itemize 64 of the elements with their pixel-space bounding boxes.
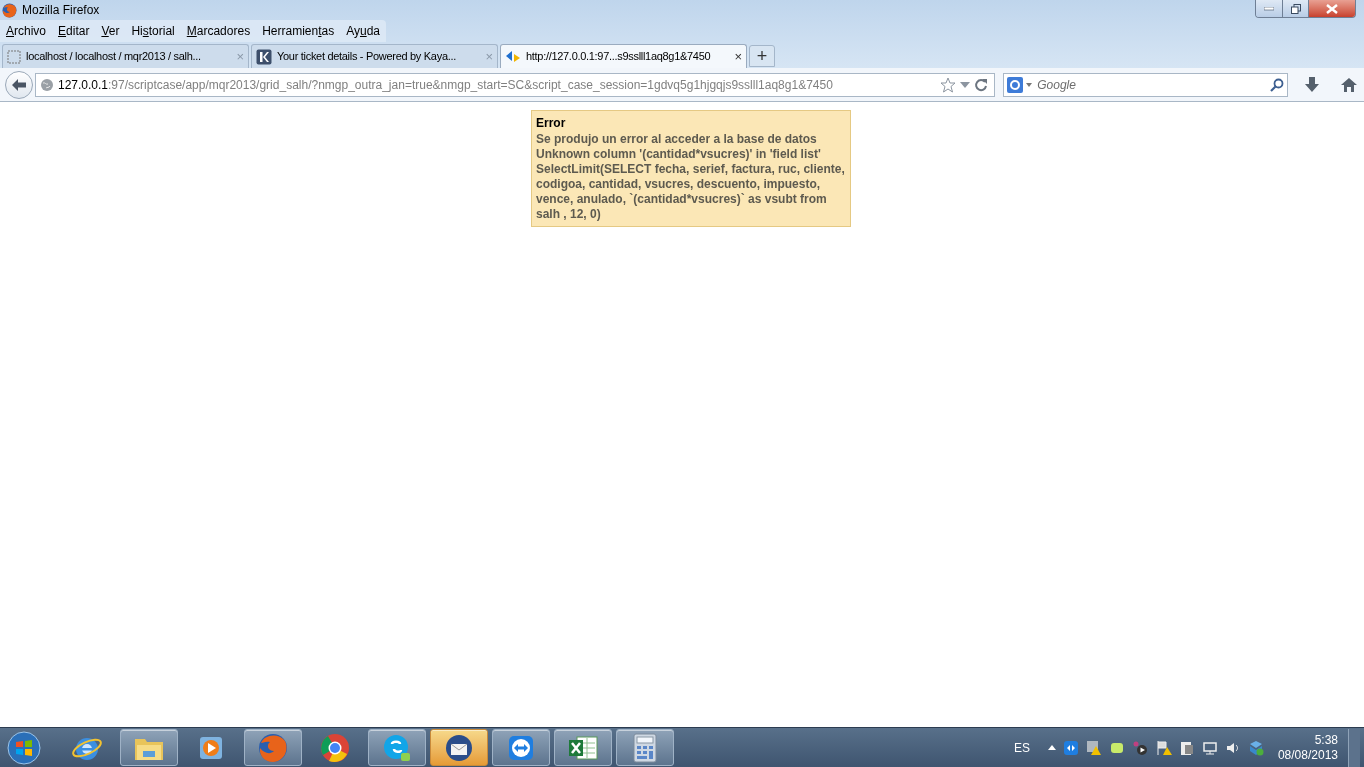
menu-item[interactable]: Marcadores <box>186 22 251 40</box>
star-icon[interactable] <box>940 76 957 93</box>
minimize-icon <box>1264 6 1274 11</box>
error-message: Unknown column '(cantidad*vsucres)' in 'field list' <box>536 147 822 162</box>
taskbar-button[interactable] <box>244 729 302 766</box>
taskbar-button[interactable] <box>492 729 550 766</box>
square-icon <box>256 48 272 65</box>
search-icon[interactable] <box>1270 77 1285 92</box>
globe-icon <box>40 77 54 92</box>
new-tab-button[interactable]: + <box>749 45 775 67</box>
menu-item[interactable]: Ver <box>101 22 120 40</box>
calculator-icon <box>632 732 658 763</box>
taskbar-button[interactable] <box>120 729 178 766</box>
back-button[interactable] <box>5 70 33 99</box>
speaker-icon[interactable] <box>1225 740 1240 755</box>
error-message: SelectLimit(SELECT fecha, serief, factura, ruc, cliente, codigoa, cantidad, vsucres, descuento, impuesto, vence, anulado, `(cantidad*vsucres)` as vsubt from salh , 12, 0) <box>536 162 846 222</box>
tab-close-button[interactable]: × <box>734 46 742 67</box>
restore-button[interactable] <box>1283 0 1309 17</box>
error-title: Error <box>536 116 567 131</box>
url-text: 127.0.0.1:97/scriptcase/app/mqr2013/grid_salh/?nmgp_outra_jan=true&nmgp_start=SC&script_case_session=1gdvq5g1hjgqjs9sslll1aq8g1&7450 <box>58 76 834 94</box>
menu-item[interactable]: Archivo <box>6 22 47 40</box>
language-indicator[interactable]: ES <box>1013 738 1030 757</box>
dropdown-icon[interactable] <box>960 80 971 89</box>
browser-tab[interactable]: http://127.0.0.1:97...s9sslll1aq8g1&7450 × <box>500 44 747 68</box>
network-icon[interactable] <box>1201 739 1218 756</box>
menu-item[interactable]: Editar <box>58 22 90 40</box>
browser-tab[interactable]: Your ticket details - Powered by Kaya... × <box>251 44 498 68</box>
clock-time[interactable]: 5:38 <box>1314 732 1338 748</box>
warning-icon[interactable] <box>1085 739 1102 756</box>
search-input[interactable]: Google <box>1037 75 1267 94</box>
clock-date[interactable]: 08/08/2013 <box>1277 747 1338 763</box>
browser-tab[interactable]: localhost / localhost / mqr2013 / salh... × <box>2 44 249 68</box>
windows-logo-icon <box>6 729 42 766</box>
close-button[interactable] <box>1309 0 1355 17</box>
restore-icon <box>1290 3 1301 14</box>
tab-title: http://127.0.0.1:97...s9sslll1aq8g1&7450 <box>526 49 712 65</box>
caret-up-icon[interactable] <box>1047 745 1056 750</box>
play-icon[interactable] <box>1131 739 1148 756</box>
search-engine-icon[interactable] <box>1007 76 1034 93</box>
taskbar-button[interactable] <box>616 729 674 766</box>
box-icon[interactable] <box>1247 739 1264 756</box>
menu-item[interactable]: Historial <box>131 22 175 40</box>
tab-title: Your ticket details - Powered by Kaya... <box>277 49 457 65</box>
error-message: Se produjo un error al acceder a la base de datos <box>536 132 818 147</box>
menu-item[interactable]: Ayuda <box>346 22 381 40</box>
taskbar-button[interactable] <box>430 729 488 766</box>
start-button[interactable] <box>4 729 44 766</box>
flag-icon[interactable] <box>1155 739 1172 756</box>
arrows-icon <box>505 49 521 64</box>
blank-page-icon <box>7 49 21 64</box>
search-field[interactable]: Google <box>1003 72 1289 97</box>
taskbar-button[interactable] <box>368 729 426 766</box>
back-arrow-icon <box>11 77 27 92</box>
address-bar[interactable]: 127.0.0.1:97/scriptcase/app/mqr2013/grid_salh/?nmgp_outra_jan=true&nmgp_start=SC&script_case_session=1gdvq5g1hjgqjs9sslll1aq8g1&7450 <box>35 72 996 97</box>
taskbar-button[interactable] <box>554 729 612 766</box>
wheel-icon <box>319 731 351 764</box>
menu-item[interactable]: Herramientas <box>262 22 335 40</box>
close-icon <box>1326 3 1338 14</box>
tab-title: localhost / localhost / mqr2013 / salh... <box>26 49 202 65</box>
fox-globe-icon <box>1 1 18 19</box>
download-icon[interactable] <box>1304 75 1320 94</box>
window-title: Mozilla Firefox <box>22 2 100 19</box>
home-icon[interactable] <box>1340 76 1358 93</box>
reload-icon[interactable] <box>974 77 989 92</box>
